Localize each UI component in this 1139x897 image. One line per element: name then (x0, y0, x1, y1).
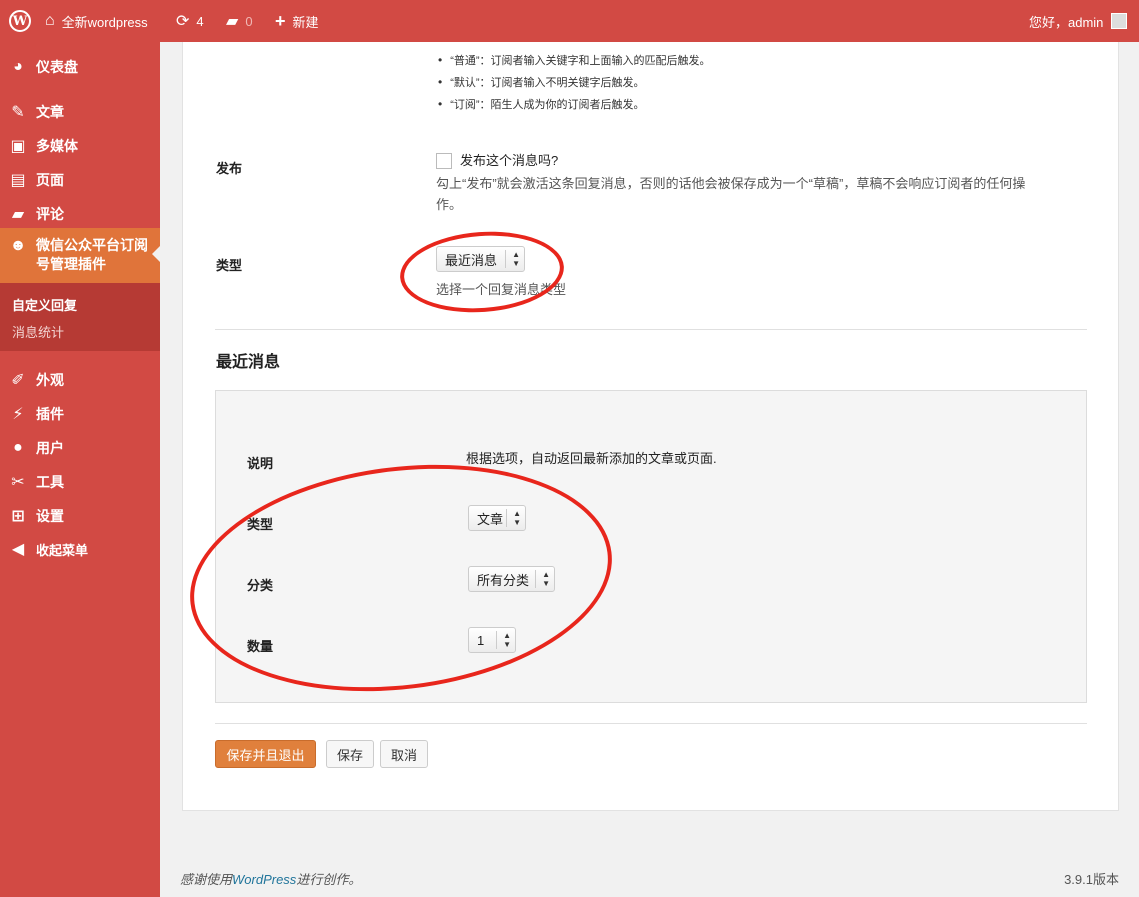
menu-appearance[interactable]: ✐ 外观 (0, 369, 160, 391)
menu-users[interactable]: ● 用户 (0, 437, 160, 459)
footer-version: 3.9.1版本 (1064, 872, 1119, 887)
publish-checkbox[interactable] (436, 153, 452, 169)
admin-bar: W ⌂ 全新wordpress ⟳ 4 ▰ 0 + 新建 您好，admin (0, 0, 1139, 42)
submenu-message-stats[interactable]: 消息统计 (12, 322, 64, 341)
list-item: “默认”：订阅者输入不明关键字后触发。 (438, 72, 711, 94)
footer-prefix: 感谢使用 (180, 872, 233, 887)
page-icon: ▤ (10, 172, 26, 189)
menu-settings[interactable]: ⊞ 设置 (0, 505, 160, 527)
menu-label: 收起菜单 (36, 542, 89, 558)
publish-checkbox-label[interactable]: 发布这个消息吗? (460, 150, 558, 171)
count-value: 1 (477, 632, 485, 648)
save-button[interactable]: 保存 (326, 740, 374, 768)
footer-credit: 感谢使用WordPress进行创作。 (180, 869, 361, 888)
menu-label: 文章 (36, 104, 64, 120)
avatar (1111, 13, 1128, 29)
menu-label: 插件 (36, 406, 64, 422)
site-name-link[interactable]: ⌂ 全新wordpress (45, 0, 148, 42)
count-select[interactable]: 1 ▲ ▼ (468, 627, 516, 653)
menu-label: 工具 (36, 474, 64, 490)
trigger-help-list: “普通”：订阅者输入关键字和上面输入的匹配后触发。 “默认”：订阅者输入不明关键… (438, 50, 711, 116)
refresh-icon: ⟳ (176, 13, 190, 30)
recent-section-title: 最近消息 (216, 354, 281, 371)
dashboard-icon: ◕ (13, 58, 23, 75)
comment-icon: ▰ (11, 206, 25, 223)
updates-count: 4 (196, 13, 204, 29)
publish-desc-line1: 勾上“发布”就会激活这条回复消息，否则的话他会被保存成为一个“草稿”，草稿不会响… (436, 176, 1026, 191)
settings-icon: ⊞ (11, 508, 25, 525)
recent-options-box: 说明 根据选项，自动返回最新添加的文章或页面. 类型 文章 ▲ ▼ 分类 所有分类… (215, 390, 1087, 703)
category-value: 所有分类 (477, 572, 530, 588)
menu-collapse[interactable]: ◀ 收起菜单 (0, 538, 160, 560)
select-arrows-icon: ▲ ▼ (513, 509, 521, 527)
new-content-link[interactable]: + 新建 (275, 0, 319, 42)
recent-type-label: 类型 (247, 517, 274, 532)
divider (215, 329, 1087, 330)
publish-desc-line2: 作。 (436, 197, 463, 212)
cancel-button[interactable]: 取消 (380, 740, 428, 768)
reply-type-value: 最近消息 (445, 252, 498, 268)
updates-link[interactable]: ⟳ 4 (176, 0, 204, 42)
publish-label: 发布 (216, 161, 243, 176)
footer-suffix: 进行创作。 (296, 872, 362, 887)
plus-icon: + (275, 10, 286, 31)
account-menu[interactable]: 您好，admin (1029, 0, 1128, 42)
menu-label: 微信公众平台订阅号管理插件 (36, 237, 148, 272)
comment-bubble-icon: ▰ (226, 13, 239, 30)
menu-wechat-plugin[interactable]: ☻ 微信公众平台订阅号管理插件 (0, 228, 160, 283)
type-desc: 选择一个回复消息类型 (436, 282, 567, 297)
wrench-icon: ✂ (11, 474, 25, 491)
comments-link[interactable]: ▰ 0 (226, 0, 253, 42)
wordpress-link[interactable]: WordPress (232, 872, 296, 887)
menu-label: 多媒体 (36, 138, 78, 154)
list-item: “普通”：订阅者输入关键字和上面输入的匹配后触发。 (438, 50, 710, 72)
brush-icon: ✐ (11, 372, 25, 389)
plug-icon: ⚡ (12, 406, 24, 423)
post-type-value: 文章 (477, 511, 504, 527)
menu-label: 用户 (36, 440, 64, 456)
submenu-custom-reply[interactable]: 自定义回复 (12, 295, 77, 314)
menu-label: 仪表盘 (36, 59, 78, 75)
menu-pages[interactable]: ▤ 页面 (0, 169, 160, 191)
menu-posts[interactable]: ✎ 文章 (0, 101, 160, 123)
user-icon: ● (13, 439, 23, 456)
recent-desc-text: 根据选项，自动返回最新添加的文章或页面. (466, 451, 717, 466)
recent-count-label: 数量 (247, 639, 274, 654)
menu-label: 评论 (36, 206, 64, 222)
menu-label: 外观 (36, 372, 64, 388)
comments-count: 0 (245, 13, 253, 29)
divider (215, 723, 1087, 724)
recent-desc-label: 说明 (247, 456, 274, 471)
plugin-cat-icon: ☻ (9, 237, 27, 254)
pin-icon: ✎ (11, 104, 25, 121)
recent-category-label: 分类 (247, 578, 274, 593)
menu-tools[interactable]: ✂ 工具 (0, 471, 160, 493)
edit-reply-card: “普通”：订阅者输入关键字和上面输入的匹配后触发。 “默认”：订阅者输入不明关键… (182, 42, 1119, 811)
post-type-select[interactable]: 文章 ▲ ▼ (468, 505, 526, 531)
select-arrows-icon: ▲ ▼ (512, 250, 520, 268)
menu-label: 页面 (36, 172, 64, 188)
collapse-icon: ◀ (11, 541, 25, 558)
menu-comments[interactable]: ▰ 评论 (0, 203, 160, 225)
select-arrows-icon: ▲ ▼ (503, 631, 511, 649)
menu-dashboard[interactable]: ◕ 仪表盘 (0, 56, 160, 78)
select-arrows-icon: ▲ ▼ (542, 570, 550, 588)
menu-plugins[interactable]: ⚡ 插件 (0, 403, 160, 425)
reply-type-select[interactable]: 最近消息 ▲ ▼ (436, 246, 525, 272)
new-label: 新建 (292, 14, 319, 30)
menu-media[interactable]: ▣ 多媒体 (0, 135, 160, 157)
type-label: 类型 (216, 258, 243, 273)
save-and-exit-button[interactable]: 保存并且退出 (215, 740, 316, 768)
wordpress-logo-icon[interactable]: W (9, 0, 31, 42)
site-name: 全新wordpress (61, 14, 148, 30)
admin-menu: ◕ 仪表盘 ✎ 文章 ▣ 多媒体 ▤ 页面 ▰ 评论 ☻ 微信公众平台订阅号管理… (0, 42, 160, 897)
category-select[interactable]: 所有分类 ▲ ▼ (468, 566, 555, 592)
plugin-submenu: 自定义回复 消息统计 (0, 283, 160, 351)
menu-label: 设置 (36, 508, 64, 524)
greeting: 您好，admin (1029, 14, 1104, 30)
list-item: “订阅”：陌生人成为你的订阅者后触发。 (438, 94, 711, 116)
home-icon: ⌂ (45, 12, 55, 29)
media-icon: ▣ (10, 138, 26, 155)
